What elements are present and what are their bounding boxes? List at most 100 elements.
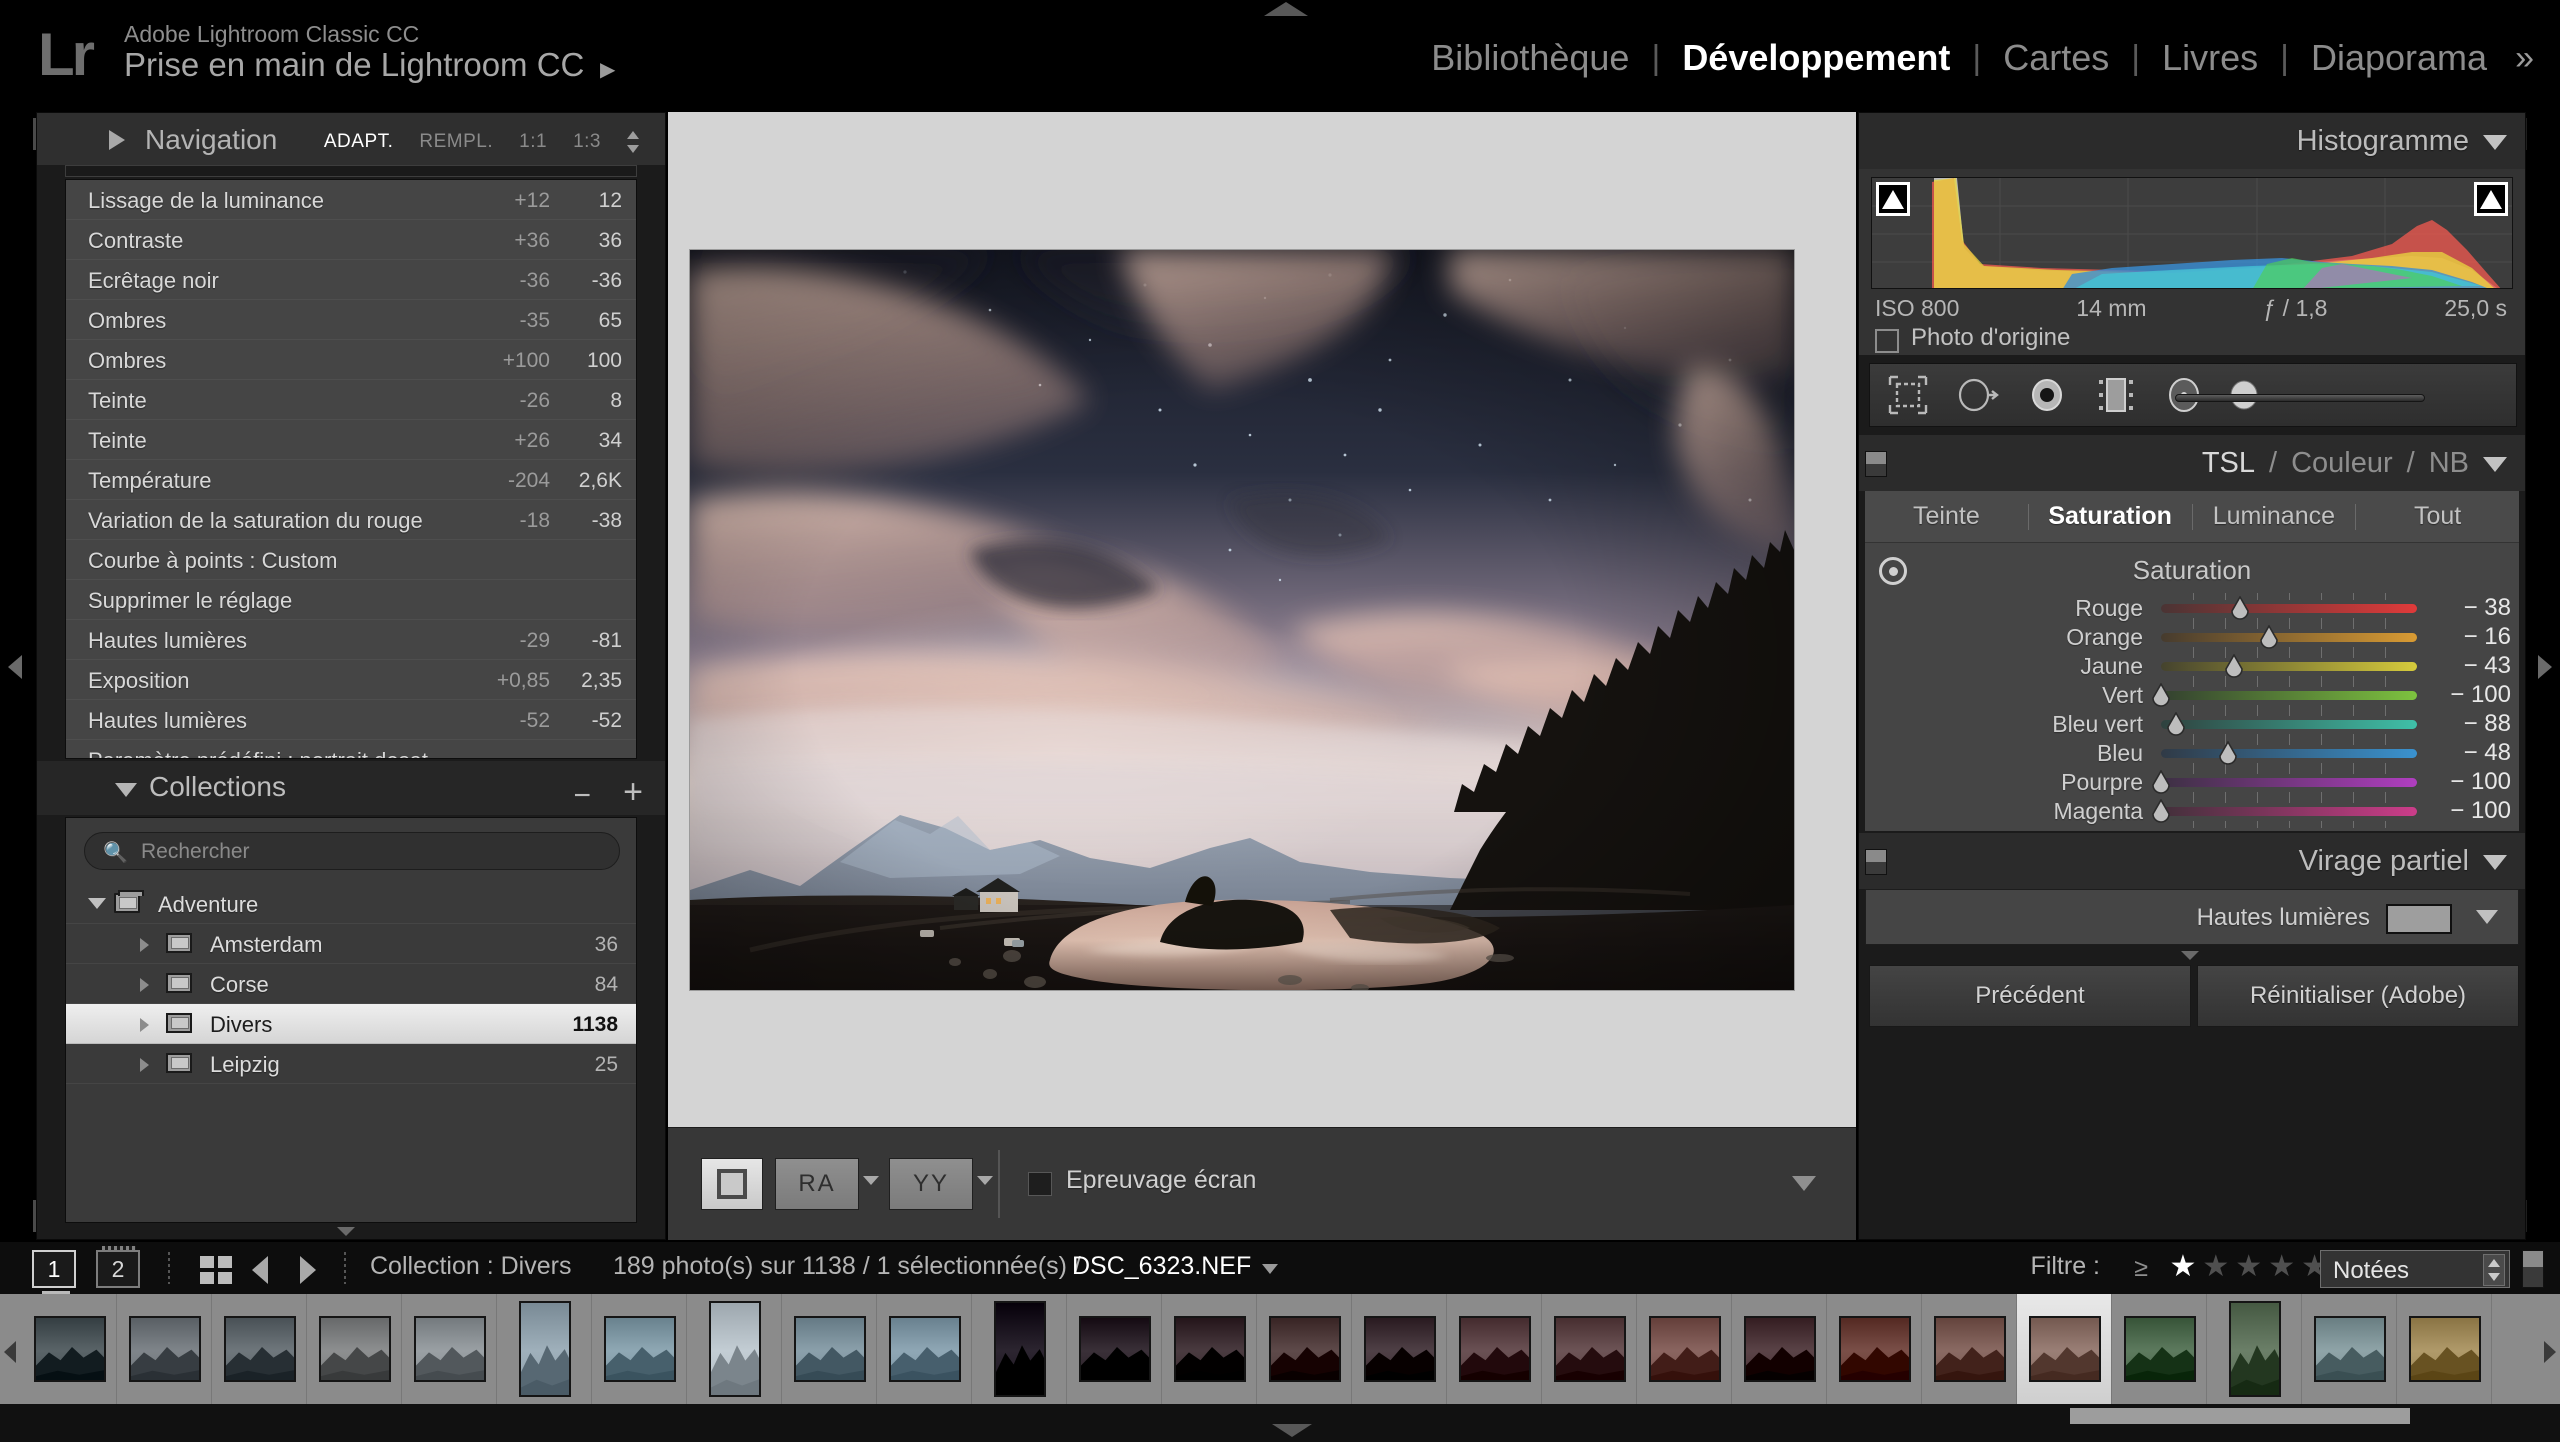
filmstrip-thumbnail[interactable] [223, 1316, 296, 1382]
filmstrip-thumbnail[interactable] [1363, 1316, 1436, 1382]
graduated-filter-tool-icon[interactable] [2092, 371, 2140, 419]
remove-collection-button[interactable]: − [573, 779, 591, 813]
history-row[interactable]: Hautes lumières -52 -52 [66, 700, 636, 740]
right-panel-hide-arrow-icon[interactable] [2538, 655, 2552, 679]
history-row[interactable]: Hautes lumières -29 -81 [66, 620, 636, 660]
filmstrip-thumbnail[interactable] [1743, 1316, 1816, 1382]
filmstrip-thumbnail[interactable] [888, 1316, 961, 1382]
slider-value[interactable]: − 100 [2425, 768, 2511, 796]
original-photo-checkbox[interactable] [1875, 329, 1899, 353]
collections-resize-grip[interactable] [337, 1227, 355, 1236]
filmstrip-cell[interactable] [1827, 1294, 1922, 1404]
filmstrip-thumbnail[interactable] [1838, 1316, 1911, 1382]
filmstrip-cell[interactable] [1067, 1294, 1162, 1404]
slider-knob[interactable] [2150, 770, 2172, 796]
histogram-disclosure-triangle-icon[interactable] [2483, 135, 2507, 150]
filter-star-icon[interactable]: ★ [2202, 1250, 2229, 1284]
filter-star-rating[interactable]: ★ ★ ★ ★ ★ [2169, 1250, 2328, 1284]
filmstrip-thumbnail[interactable] [33, 1316, 106, 1382]
module-bibliothque[interactable]: Bibliothèque [1409, 37, 1651, 79]
filmstrip-cell[interactable] [1732, 1294, 1827, 1404]
filmstrip-thumbnail[interactable] [1933, 1316, 2006, 1382]
collection-collapsed-triangle-icon[interactable] [140, 1018, 149, 1032]
before-after-alt-caret-icon[interactable] [977, 1176, 993, 1185]
split-toning-header[interactable]: Virage partiel [1859, 833, 2525, 889]
history-row[interactable]: Teinte -26 8 [66, 380, 636, 420]
highlight-clipping-indicator[interactable] [2474, 182, 2508, 216]
loupe-view-button[interactable] [701, 1158, 763, 1210]
split-toning-caret-icon[interactable] [2476, 910, 2498, 924]
collection-collapsed-triangle-icon[interactable] [140, 1058, 149, 1072]
filmstrip-filename[interactable]: DSC_6323.NEF [1072, 1252, 1251, 1281]
filmstrip-cell[interactable] [782, 1294, 877, 1404]
hsl-tab-tout[interactable]: Tout [2356, 502, 2519, 531]
module-more-icon[interactable]: » [2509, 39, 2534, 78]
filmstrip-filename-caret-icon[interactable] [1262, 1264, 1278, 1274]
history-row[interactable]: Lissage de la luminance +12 12 [66, 180, 636, 220]
add-collection-button[interactable]: + [623, 773, 643, 812]
before-after-caret-icon[interactable] [863, 1176, 879, 1185]
slider-value[interactable]: − 16 [2425, 623, 2511, 651]
collection-row[interactable]: Leipzig 25 [66, 1044, 636, 1084]
split-toning-highlights-swatch[interactable] [2386, 904, 2452, 934]
history-list[interactable]: Lissage de la luminance +12 12 Contraste +36… [65, 179, 637, 759]
hsl-tab-luminance[interactable]: Luminance [2193, 502, 2356, 531]
slider-value[interactable]: − 48 [2425, 739, 2511, 767]
filmstrip-thumbnail[interactable] [413, 1316, 486, 1382]
collection-row[interactable]: Adventure [66, 884, 636, 924]
filmstrip-cell[interactable] [497, 1294, 592, 1404]
collections-disclosure-triangle-icon[interactable] [115, 783, 137, 797]
history-row[interactable]: Paramètre prédéfini : portrait desat [66, 740, 636, 758]
filter-preset-stepper[interactable] [2483, 1254, 2505, 1286]
collection-row[interactable]: Amsterdam 36 [66, 924, 636, 964]
filmstrip-cell[interactable] [2397, 1294, 2492, 1404]
navigator-zoom-13[interactable]: 1:3 [573, 131, 601, 153]
filmstrip-thumbnail[interactable] [1458, 1316, 1531, 1382]
collection-row[interactable]: Corse 84 [66, 964, 636, 1004]
filmstrip-thumbnail[interactable] [603, 1316, 676, 1382]
filmstrip-thumbnail[interactable] [2313, 1316, 2386, 1382]
filmstrip-cell[interactable] [1162, 1294, 1257, 1404]
go-forward-arrow-icon[interactable] [300, 1256, 316, 1284]
filter-star-icon[interactable]: ★ [2268, 1250, 2295, 1284]
filmstrip-thumbnail[interactable] [1648, 1316, 1721, 1382]
history-row[interactable]: Variation de la saturation du rouge -18 -3… [66, 500, 636, 540]
collection-collapsed-triangle-icon[interactable] [140, 938, 149, 952]
history-row[interactable]: Ombres +100 100 [66, 340, 636, 380]
slider-value[interactable]: − 100 [2425, 797, 2511, 825]
filmstrip-thumbnail[interactable] [318, 1316, 391, 1382]
collections-search-field[interactable]: 🔍 Rechercher [84, 832, 620, 870]
filmstrip-cell[interactable] [1542, 1294, 1637, 1404]
module-cartes[interactable]: Cartes [1981, 37, 2131, 79]
histogram-header[interactable]: Histogramme [1859, 113, 2525, 169]
filmstrip-thumbnail[interactable] [2228, 1301, 2281, 1397]
grid-view-button[interactable] [200, 1256, 234, 1284]
module-diaporama[interactable]: Diaporama [2289, 37, 2509, 79]
slider-value[interactable]: − 43 [2425, 652, 2511, 680]
filmstrip-cell[interactable] [117, 1294, 212, 1404]
filmstrip-cell[interactable] [2017, 1294, 2112, 1404]
filmstrip-thumbnail[interactable] [1173, 1316, 1246, 1382]
filmstrip-cell[interactable] [1257, 1294, 1352, 1404]
filmstrip-cell[interactable] [1352, 1294, 1447, 1404]
history-row[interactable]: Courbe à points : Custom [66, 540, 636, 580]
split-toning-disclosure-triangle-icon[interactable] [2483, 855, 2507, 870]
collection-expanded-triangle-icon[interactable] [88, 898, 106, 909]
saturation-slider-row[interactable]: Magenta − 100 [1865, 794, 2519, 830]
navigator-disclosure-triangle-icon[interactable] [109, 130, 125, 150]
hsl-tab-teinte[interactable]: Teinte [1865, 502, 2028, 531]
hsl-header[interactable]: TSL / Couleur / NB [1859, 435, 2525, 491]
spot-removal-tool-icon[interactable] [1954, 371, 2002, 419]
history-row[interactable]: Supprimer le réglage [66, 580, 636, 620]
filmstrip-cell[interactable] [687, 1294, 782, 1404]
shadow-clipping-indicator[interactable] [1876, 182, 1910, 216]
filmstrip-thumbnail[interactable] [1553, 1316, 1626, 1382]
go-back-arrow-icon[interactable] [252, 1256, 268, 1284]
filmstrip-cell[interactable] [2302, 1294, 2397, 1404]
hsl-mode-tsl[interactable]: TSL [2202, 447, 2255, 480]
slider-value[interactable]: − 100 [2425, 681, 2511, 709]
navigator-zoom-adapt[interactable]: ADAPT. [324, 131, 394, 153]
filmstrip-scroll-right-icon[interactable] [2544, 1341, 2556, 1363]
hsl-panel-switch[interactable] [1865, 451, 1887, 477]
filmstrip-thumbnail[interactable] [2408, 1316, 2481, 1382]
